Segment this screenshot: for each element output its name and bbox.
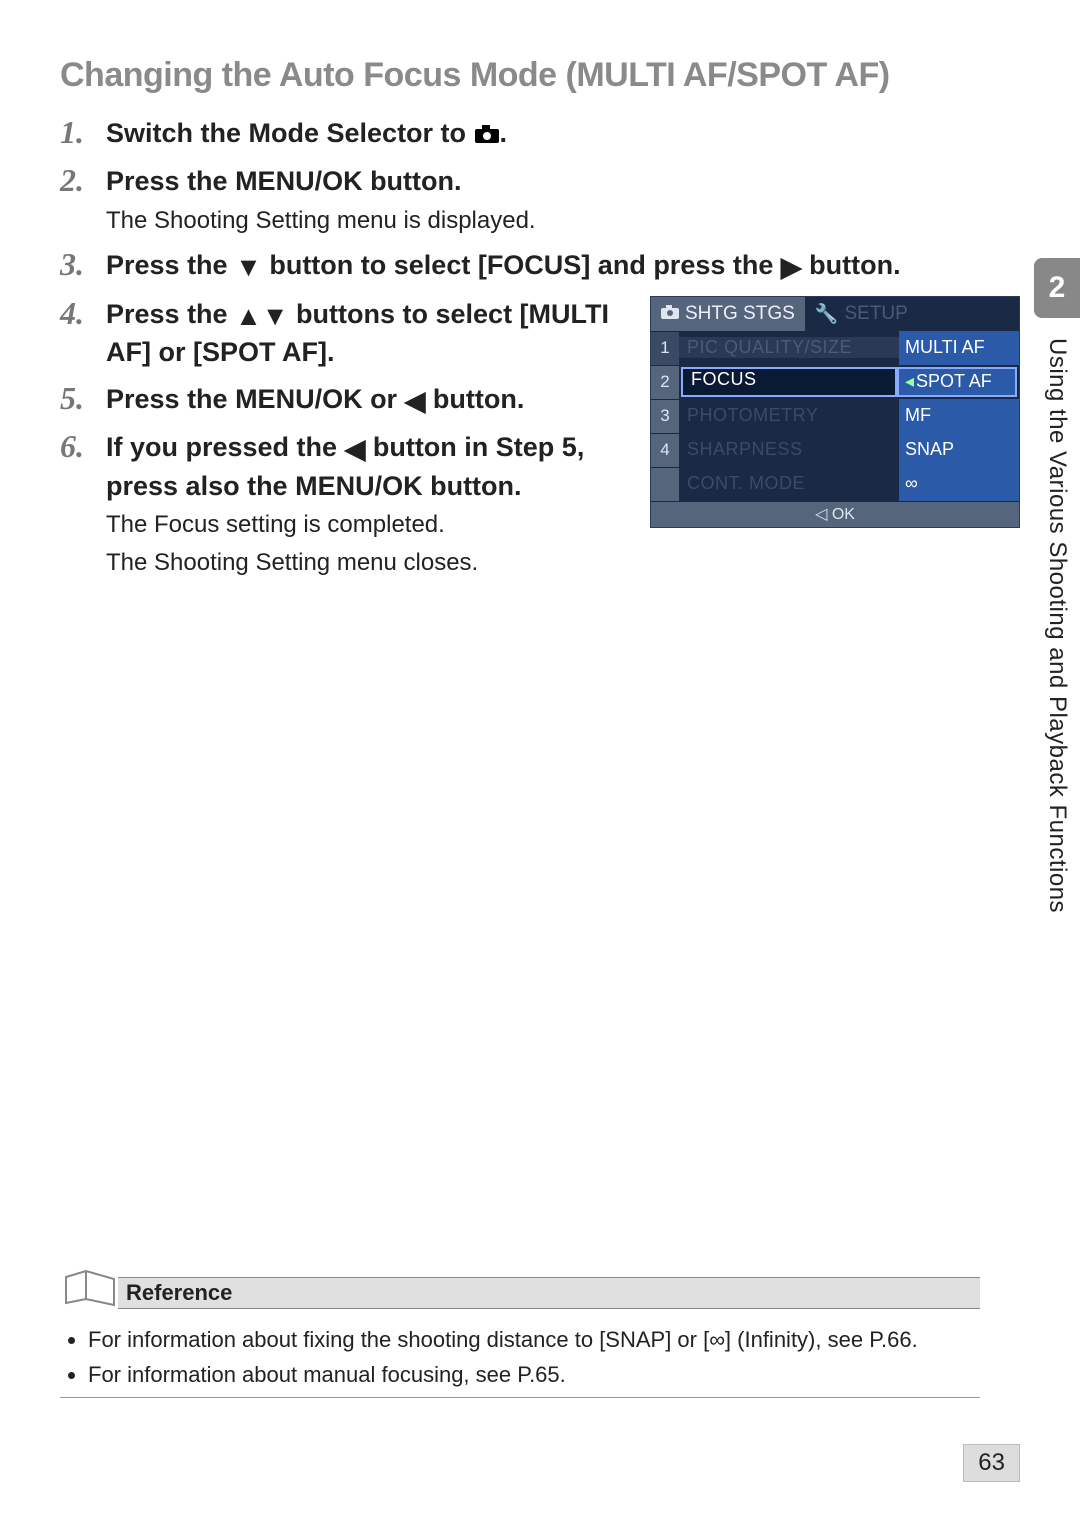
down-triangle-icon: ▼: [235, 249, 262, 285]
step-subtext: The Shooting Setting menu closes.: [106, 546, 630, 580]
step-title: Switch the Mode Selector to .: [106, 115, 1020, 153]
cam-footer: ◁ OK: [651, 501, 1019, 527]
text: 2: [651, 365, 679, 399]
step-title: If you pressed the ◀ button in Step 5, p…: [106, 429, 630, 504]
cam-row: PHOTOMETRY MF: [679, 399, 1019, 433]
step-number: 2: [60, 163, 106, 237]
reference-box: Reference For information about fixing t…: [60, 1265, 980, 1398]
reference-item: For information about manual focusing, s…: [88, 1358, 972, 1391]
cam-row: CONT. MODE ∞: [679, 467, 1019, 501]
cam-tabs: SHTG STGS 🔧 SETUP: [651, 297, 1019, 331]
text: Press the MENU/OK or: [106, 384, 405, 414]
menu-value: MF: [899, 399, 1019, 433]
cam-body: 1 2 3 4 PIC QUALITY/SIZE MULTI AF: [651, 331, 1019, 501]
step-1: 1 Switch the Mode Selector to .: [60, 115, 1020, 153]
chapter-number: 2: [1034, 258, 1080, 318]
menu-value: ∞: [899, 467, 1019, 501]
left-triangle-icon: ◀: [405, 383, 426, 419]
text: 1: [651, 331, 679, 365]
step-number: 6: [60, 429, 106, 579]
text: Press the: [106, 250, 235, 280]
wrench-icon: 🔧: [815, 302, 839, 326]
reference-item: For information about fixing the shootin…: [88, 1323, 972, 1356]
text: SPOT AF: [916, 371, 992, 392]
step-title: Press the MENU/OK or ◀ button.: [106, 381, 630, 419]
step-subtext: The Focus setting is completed.: [106, 508, 630, 542]
step-subtext: The Shooting Setting menu is displayed.: [106, 204, 1020, 238]
camera-icon: [474, 117, 500, 153]
step-4: 4 Press the ▲▼ buttons to select [MULTI …: [60, 296, 630, 371]
cam-menu: PIC QUALITY/SIZE MULTI AF FOCUS ◂SPOT AF…: [679, 331, 1019, 501]
step-2: 2 Press the MENU/OK button. The Shooting…: [60, 163, 1020, 237]
side-tab: 2 Using the Various Shooting and Playbac…: [1034, 258, 1080, 913]
cam-page-numbers: 1 2 3 4: [651, 331, 679, 501]
page-title: Changing the Auto Focus Mode (MULTI AF/S…: [60, 56, 1020, 95]
text: [651, 467, 679, 501]
left-triangle-icon: ◀: [345, 431, 366, 467]
up-down-triangle-icon: ▲▼: [235, 298, 288, 334]
infinity-icon: ∞: [709, 1327, 725, 1352]
step-3: 3 Press the ▼ button to select [FOCUS] a…: [60, 247, 1020, 285]
text: Press the: [106, 299, 235, 329]
cam-row: SHARPNESS SNAP: [679, 433, 1019, 467]
menu-item: CONT. MODE: [679, 473, 899, 494]
text: SETUP: [844, 303, 907, 325]
reference-list: For information about fixing the shootin…: [60, 1309, 980, 1398]
cam-row: PIC QUALITY/SIZE MULTI AF: [679, 331, 1019, 365]
step-6: 6 If you pressed the ◀ button in Step 5,…: [60, 429, 630, 579]
text: .: [500, 118, 508, 148]
text: If you pressed the: [106, 432, 345, 462]
step-title: Press the ▼ button to select [FOCUS] and…: [106, 247, 1020, 285]
step-5: 5 Press the MENU/OK or ◀ button.: [60, 381, 630, 419]
book-icon: [60, 1265, 120, 1309]
step-title: Press the MENU/OK button.: [106, 163, 1020, 199]
step-number: 3: [60, 247, 106, 285]
menu-item: FOCUS: [681, 367, 897, 397]
right-triangle-icon: ▶: [781, 249, 802, 285]
menu-value: MULTI AF: [899, 331, 1019, 365]
menu-value: ◂SPOT AF: [897, 367, 1017, 397]
text: button to select [FOCUS] and press the: [269, 250, 781, 280]
step-list: 1 Switch the Mode Selector to . 2 Press …: [60, 115, 1020, 589]
step-number: 1: [60, 115, 106, 153]
reference-title: Reference: [118, 1277, 980, 1309]
text: Press the MENU/OK button.: [106, 166, 462, 196]
page-number: 63: [963, 1444, 1020, 1482]
text: SHTG STGS: [685, 303, 795, 325]
text: 3: [651, 399, 679, 433]
step-4-row: 4 Press the ▲▼ buttons to select [MULTI …: [60, 296, 1020, 589]
text: ] (Infinity), see P.66.: [725, 1327, 918, 1352]
cam-tab-shtg: SHTG STGS: [651, 297, 805, 331]
step-title: Press the ▲▼ buttons to select [MULTI AF…: [106, 296, 630, 371]
menu-item: PHOTOMETRY: [679, 405, 899, 426]
step-number: 4: [60, 296, 106, 371]
left-marker-icon: ◂: [905, 371, 914, 392]
text: button.: [433, 384, 524, 414]
camera-lcd-screenshot: SHTG STGS 🔧 SETUP 1 2 3 4: [650, 296, 1020, 528]
text: button.: [809, 250, 900, 280]
text: Switch the Mode Selector to: [106, 118, 474, 148]
menu-item: PIC QUALITY/SIZE: [679, 337, 899, 358]
step-number: 5: [60, 381, 106, 419]
chapter-title: Using the Various Shooting and Playback …: [1043, 318, 1071, 913]
text: 4: [651, 433, 679, 467]
camera-icon: [661, 303, 679, 325]
page: Changing the Auto Focus Mode (MULTI AF/S…: [0, 0, 1080, 1528]
reference-header: Reference: [60, 1265, 980, 1309]
menu-item: SHARPNESS: [679, 439, 899, 460]
menu-value: SNAP: [899, 433, 1019, 467]
cam-row-selected: FOCUS ◂SPOT AF: [679, 365, 1019, 399]
cam-tab-setup: 🔧 SETUP: [805, 297, 918, 331]
text: For information about fixing the shootin…: [88, 1327, 709, 1352]
